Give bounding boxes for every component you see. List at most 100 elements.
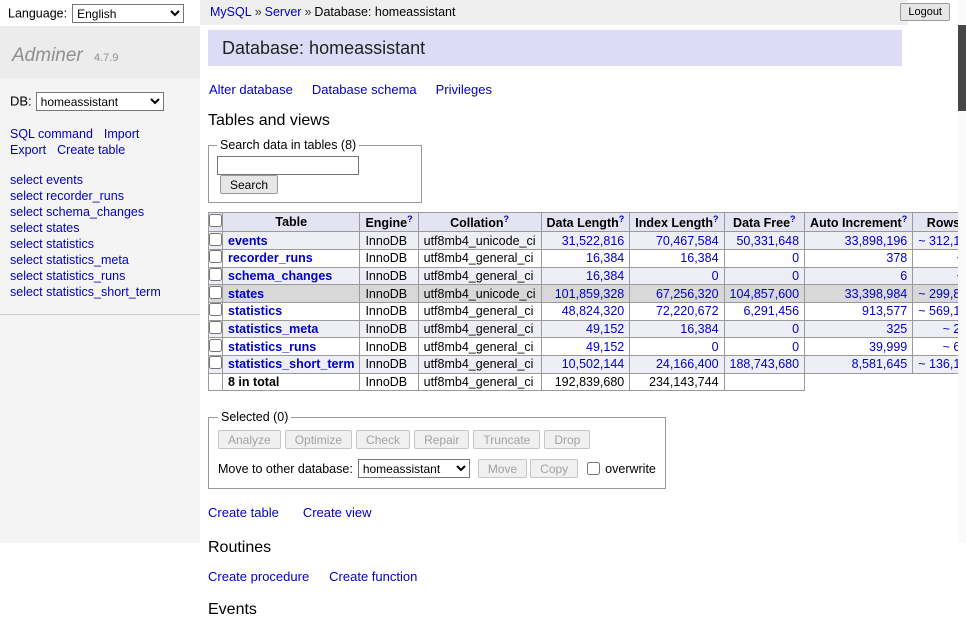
data-free-value[interactable]: 0 [792,269,799,283]
auto-increment-value[interactable]: 378 [886,251,907,265]
optimize-button[interactable]: Optimize [285,430,352,449]
move-button[interactable]: Move [478,459,527,478]
auto-increment-value[interactable]: 33,898,196 [845,234,908,248]
data-length-value[interactable]: 10,502,144 [562,357,625,371]
alter-database-link[interactable]: Alter database [209,82,293,97]
table-link-statistics-meta[interactable]: statistics_meta [228,322,318,336]
col-header-label: Rows [927,216,960,230]
select-all-checkbox[interactable] [209,214,222,227]
sidebar-item-select-statistics-short-term[interactable]: select statistics_short_term [10,284,190,300]
table-link-statistics[interactable]: statistics [228,304,282,318]
search-button[interactable]: Search [220,175,278,194]
index-length-value[interactable]: 0 [712,340,719,354]
sidebar-item-select-events[interactable]: select events [10,172,190,188]
help-icon[interactable]: ? [713,214,719,224]
sidebar-item-select-schema-changes[interactable]: select schema_changes [10,204,190,220]
sidebar-link-export[interactable]: Export [10,143,46,157]
data-length-cell: 16,384 [541,249,630,267]
search-input[interactable] [217,156,359,175]
data-free-value[interactable]: 0 [792,340,799,354]
auto-increment-value[interactable]: 8,581,645 [852,357,908,371]
data-length-value[interactable]: 16,384 [586,269,624,283]
sidebar-link-sql-command[interactable]: SQL command [10,127,93,141]
index-length-cell: 24,166,400 [630,355,724,373]
overwrite-checkbox[interactable] [587,462,600,475]
data-free-value[interactable]: 50,331,648 [736,234,799,248]
create-view-link[interactable]: Create view [303,505,372,520]
table-link-statistics-runs[interactable]: statistics_runs [228,340,316,354]
database-schema-link[interactable]: Database schema [312,82,417,97]
tables-heading: Tables and views [208,112,902,130]
analyze-button[interactable]: Analyze [218,430,281,449]
logout-button[interactable]: Logout [900,3,950,21]
data-length-value[interactable]: 49,152 [586,340,624,354]
help-icon[interactable]: ? [902,214,908,224]
row-checkbox-recorder-runs[interactable] [209,250,222,263]
table-link-events[interactable]: events [228,234,268,248]
sidebar-item-select-statistics-runs[interactable]: select statistics_runs [10,268,190,284]
index-length-value[interactable]: 67,256,320 [656,287,719,301]
data-length-value[interactable]: 48,824,320 [562,304,625,318]
top-bar: MySQL»Server»Database: homeassistant Log… [200,0,966,25]
table-link-states[interactable]: states [228,287,264,301]
sidebar-item-select-statistics[interactable]: select statistics [10,236,190,252]
auto-increment-value[interactable]: 913,577 [862,304,907,318]
row-checkbox-events[interactable] [209,233,222,246]
data-free-value[interactable]: 0 [792,322,799,336]
data-length-value[interactable]: 31,522,816 [562,234,625,248]
auto-increment-value[interactable]: 325 [886,322,907,336]
data-length-value[interactable]: 16,384 [586,251,624,265]
breadcrumb-mysql-link[interactable]: MySQL [210,5,252,19]
sidebar-item-select-statistics-meta[interactable]: select statistics_meta [10,252,190,268]
scrollbar-thumb[interactable] [958,25,966,111]
row-checkbox-statistics-runs[interactable] [209,339,222,352]
help-icon[interactable]: ? [619,214,625,224]
copy-button[interactable]: Copy [530,459,578,478]
row-checkbox-schema-changes[interactable] [209,268,222,281]
index-length-value[interactable]: 24,166,400 [656,357,719,371]
repair-button[interactable]: Repair [414,430,469,449]
table-link-statistics-short-term[interactable]: statistics_short_term [228,357,354,371]
create-procedure-link[interactable]: Create procedure [208,569,309,584]
auto-increment-value[interactable]: 39,999 [869,340,907,354]
data-free-value[interactable]: 6,291,456 [743,304,799,318]
help-icon[interactable]: ? [504,214,510,224]
language-select[interactable]: English [72,4,184,23]
check-button[interactable]: Check [356,430,410,449]
row-checkbox-statistics-short-term[interactable] [209,356,222,369]
drop-button[interactable]: Drop [544,430,590,449]
scrollbar[interactable] [958,0,966,543]
index-length-value[interactable]: 72,220,672 [656,304,719,318]
row-checkbox-states[interactable] [209,286,222,299]
index-length-value[interactable]: 0 [712,269,719,283]
row-checkbox-statistics[interactable] [209,303,222,316]
data-free-value[interactable]: 188,743,680 [730,357,800,371]
index-length-value[interactable]: 16,384 [680,251,718,265]
table-link-recorder-runs[interactable]: recorder_runs [228,251,313,265]
db-select[interactable]: homeassistant [36,92,164,111]
move-db-select[interactable]: homeassistant [358,459,470,478]
auto-increment-value[interactable]: 6 [900,269,907,283]
auto-increment-value[interactable]: 33,398,984 [845,287,908,301]
privileges-link[interactable]: Privileges [436,82,492,97]
sidebar-link-import[interactable]: Import [104,127,139,141]
create-function-link[interactable]: Create function [329,569,417,584]
sidebar-item-select-states[interactable]: select states [10,220,190,236]
sidebar-link-create-table[interactable]: Create table [57,143,125,157]
table-link-schema-changes[interactable]: schema_changes [228,269,332,283]
truncate-button[interactable]: Truncate [473,430,540,449]
breadcrumb-server-link[interactable]: Server [265,5,302,19]
create-table-link[interactable]: Create table [208,505,279,520]
data-length-value[interactable]: 101,859,328 [555,287,625,301]
row-checkbox-statistics-meta[interactable] [209,321,222,334]
help-icon[interactable]: ? [407,214,413,224]
help-icon[interactable]: ? [790,214,796,224]
index-length-value[interactable]: 16,384 [680,322,718,336]
table-name-cell: recorder_runs [223,249,360,267]
selected-legend: Selected (0) [218,410,291,424]
data-free-value[interactable]: 0 [792,251,799,265]
sidebar-item-select-recorder-runs[interactable]: select recorder_runs [10,188,190,204]
data-length-value[interactable]: 49,152 [586,322,624,336]
index-length-value[interactable]: 70,467,584 [656,234,719,248]
data-free-value[interactable]: 104,857,600 [730,287,800,301]
